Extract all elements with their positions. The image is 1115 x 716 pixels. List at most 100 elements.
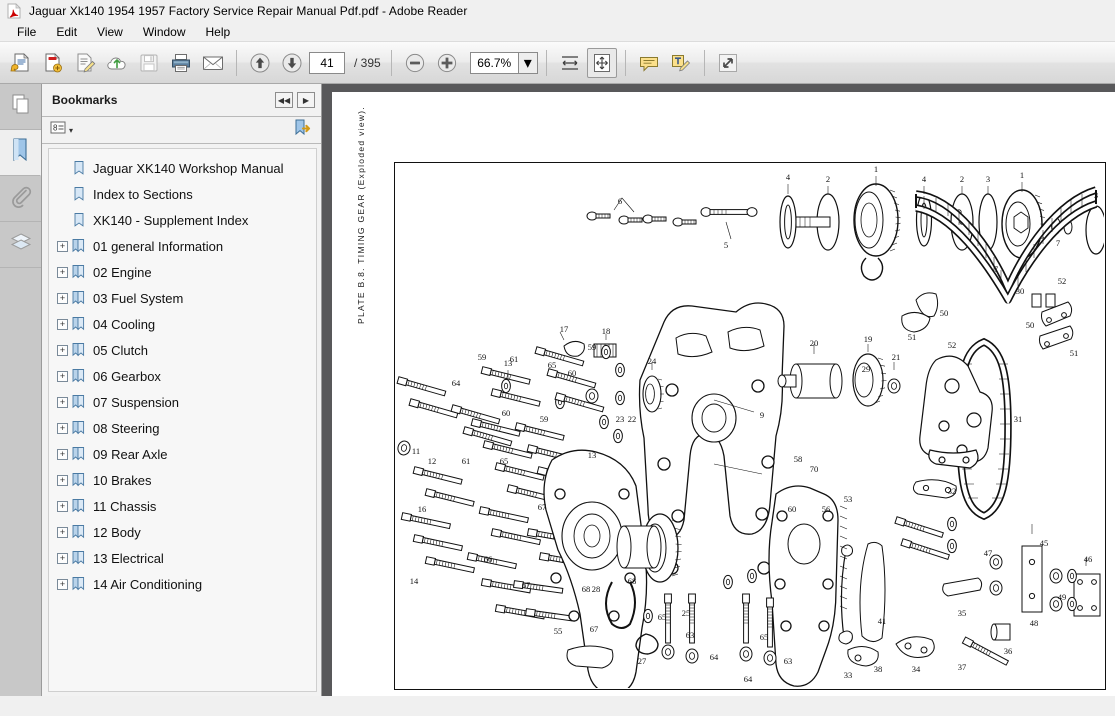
svg-text:13: 13 (588, 450, 597, 460)
svg-text:51: 51 (1070, 348, 1079, 358)
expand-bookmark-icon[interactable]: + (57, 396, 68, 408)
menu-view[interactable]: View (88, 23, 132, 41)
next-page-button[interactable] (277, 48, 307, 78)
zoom-control[interactable]: 66.7% ▾ (469, 51, 538, 74)
bookmark-item[interactable]: +08 Steering (49, 415, 316, 441)
menu-edit[interactable]: Edit (47, 23, 86, 41)
bookmark-item[interactable]: +12 Body (49, 519, 316, 545)
bookmark-item-label: 01 general Information (93, 238, 224, 254)
svg-text:52: 52 (1058, 276, 1067, 286)
svg-text:11: 11 (412, 446, 420, 456)
bookmark-item-label: Jaguar XK140 Workshop Manual (93, 160, 284, 176)
print-button[interactable] (166, 48, 196, 78)
zoom-in-button[interactable] (432, 48, 462, 78)
text-markup-button[interactable] (666, 48, 696, 78)
expand-bookmark-icon[interactable]: + (57, 240, 68, 252)
bookmarks-panel-toolbar: 8 ▾ (42, 117, 321, 144)
bookmark-options-button[interactable]: 8 ▾ (50, 120, 73, 140)
bookmarks-tree[interactable]: Jaguar XK140 Workshop Manual Index to Sec… (48, 148, 317, 692)
bookmark-item[interactable]: +05 Clutch (49, 337, 316, 363)
svg-text:31: 31 (1014, 414, 1023, 424)
bookmarks-panel-title: Bookmarks (52, 93, 118, 107)
bookmark-item[interactable]: Jaguar XK140 Workshop Manual (49, 155, 316, 181)
fullscreen-button[interactable] (713, 48, 743, 78)
expand-bookmark-icon[interactable]: + (57, 474, 68, 486)
svg-text:58: 58 (794, 454, 803, 464)
save-button[interactable] (134, 48, 164, 78)
bookmark-icon (8, 137, 32, 168)
expand-bookmark-icon[interactable]: + (57, 422, 68, 434)
layers-button[interactable] (0, 222, 41, 268)
bookmark-item[interactable]: +14 Air Conditioning (49, 571, 316, 597)
comment-button[interactable] (634, 48, 664, 78)
svg-text:1: 1 (874, 164, 878, 174)
panel-collapse-button[interactable]: ◀◀ (275, 92, 293, 108)
open-file-button[interactable] (6, 48, 36, 78)
create-pdf-button[interactable] (38, 48, 68, 78)
menu-bar: File Edit View Window Help (0, 22, 1115, 42)
upload-cloud-button[interactable] (102, 48, 132, 78)
bookmark-folder-icon (71, 264, 87, 280)
new-bookmark-button[interactable] (293, 119, 313, 142)
expand-bookmark-icon[interactable]: + (57, 266, 68, 278)
svg-text:47: 47 (984, 548, 993, 558)
bookmark-item[interactable]: +09 Rear Axle (49, 441, 316, 467)
chevron-down-icon[interactable]: ▾ (517, 51, 538, 74)
bookmark-leaf-icon (71, 212, 87, 228)
edit-pdf-button[interactable] (70, 48, 100, 78)
svg-text:20: 20 (810, 338, 819, 348)
bookmark-options-icon: 8 (50, 120, 67, 140)
menu-window[interactable]: Window (134, 23, 195, 41)
bookmark-item[interactable]: +06 Gearbox (49, 363, 316, 389)
bookmark-item[interactable]: +01 general Information (49, 233, 316, 259)
expand-bookmark-icon[interactable]: + (57, 292, 68, 304)
bookmark-item-label: XK140 - Supplement Index (93, 212, 249, 228)
page-number-input[interactable] (309, 51, 345, 74)
expand-bookmark-icon[interactable]: + (57, 318, 68, 330)
bookmark-item[interactable]: +07 Suspension (49, 389, 316, 415)
toolbar-separator-3 (545, 49, 547, 76)
bookmark-item[interactable]: +03 Fuel System (49, 285, 316, 311)
expand-bookmark-icon[interactable]: + (57, 552, 68, 564)
attachments-button[interactable] (0, 176, 41, 222)
expand-bookmark-icon[interactable]: + (57, 578, 68, 590)
bookmark-item[interactable]: Index to Sections (49, 181, 316, 207)
bookmark-item-label: 06 Gearbox (93, 368, 161, 384)
bookmark-leaf-icon (71, 186, 87, 202)
expand-bookmark-icon[interactable]: + (57, 370, 68, 382)
toolbar-separator-4 (624, 49, 626, 76)
svg-text:2: 2 (826, 174, 830, 184)
bookmark-item[interactable]: +11 Chassis (49, 493, 316, 519)
zoom-value[interactable]: 66.7% (469, 51, 518, 74)
expand-bookmark-icon[interactable]: + (57, 344, 68, 356)
svg-text:5: 5 (724, 240, 728, 250)
svg-text:25: 25 (682, 608, 691, 618)
page-thumbnails-button[interactable] (0, 84, 41, 130)
bookmarks-button[interactable] (0, 130, 41, 176)
svg-text:64: 64 (710, 652, 719, 662)
previous-page-button[interactable] (245, 48, 275, 78)
menu-help[interactable]: Help (197, 23, 240, 41)
svg-text:64: 64 (744, 674, 753, 684)
document-view[interactable]: PLATE B.8. TIMING GEAR (Exploded view). (322, 84, 1115, 696)
expand-bookmark-icon[interactable]: + (57, 448, 68, 460)
svg-text:61: 61 (462, 456, 471, 466)
fit-page-button[interactable] (586, 47, 617, 78)
bookmark-item-label: 12 Body (93, 524, 141, 540)
zoom-out-button[interactable] (400, 48, 430, 78)
svg-text:45: 45 (1040, 538, 1049, 548)
svg-text:3: 3 (1094, 190, 1098, 200)
svg-text:23: 23 (616, 414, 625, 424)
bookmark-item[interactable]: XK140 - Supplement Index (49, 207, 316, 233)
bookmark-item[interactable]: +10 Brakes (49, 467, 316, 493)
menu-file[interactable]: File (8, 23, 45, 41)
bookmark-item[interactable]: +04 Cooling (49, 311, 316, 337)
expand-bookmark-icon[interactable]: + (57, 526, 68, 538)
bookmark-item[interactable]: +13 Electrical (49, 545, 316, 571)
svg-text:18: 18 (602, 326, 611, 336)
panel-expand-button[interactable]: ▶ (297, 92, 315, 108)
expand-bookmark-icon[interactable]: + (57, 500, 68, 512)
bookmark-item[interactable]: +02 Engine (49, 259, 316, 285)
email-button[interactable] (198, 48, 228, 78)
fit-width-button[interactable] (555, 48, 585, 78)
